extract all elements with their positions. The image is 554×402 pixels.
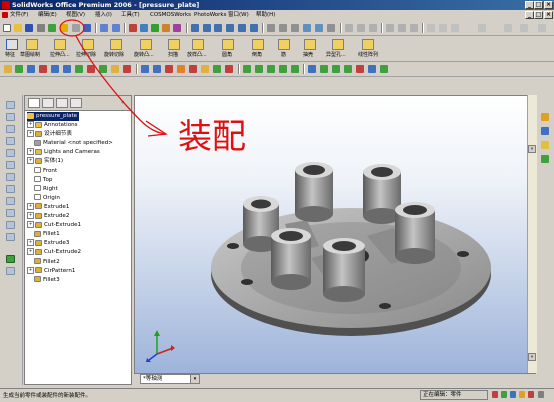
graphics-scrollbar[interactable]: » «	[527, 95, 537, 373]
handwritten-assembly-text: 装配	[178, 117, 246, 157]
solidworks-resources-icon[interactable]	[541, 113, 549, 121]
scroll-collapse-icon[interactable]: «	[528, 353, 536, 361]
status-indicator-icon	[519, 391, 525, 398]
status-indicator-icon	[501, 391, 507, 398]
task-pane	[537, 95, 554, 385]
status-indicator-icon	[510, 391, 516, 398]
graphics-bottom-bar: *等轴测 ▾	[134, 373, 536, 386]
status-indicator-icon	[528, 391, 534, 398]
status-indicator-icon	[492, 391, 498, 398]
red-circle-annotation	[59, 19, 85, 37]
design-library-icon[interactable]	[541, 127, 549, 135]
view-selector-value: *等轴测	[143, 376, 163, 382]
red-arrow-annotation	[75, 35, 168, 137]
view-selector[interactable]: *等轴测 ▾	[140, 374, 200, 384]
status-message: 生成当前零件或装配件的新装配件。	[3, 393, 92, 399]
status-bar: 生成当前零件或装配件的新装配件。 正在编辑：零件	[0, 388, 554, 402]
file-explorer-icon[interactable]	[541, 141, 549, 149]
scroll-right-pane-icon[interactable]: »	[528, 145, 536, 153]
chevron-down-icon[interactable]: ▾	[190, 375, 199, 383]
handwritten-annotation-overlay: 装配	[59, 19, 246, 157]
help-icon[interactable]	[538, 391, 544, 398]
search-icon[interactable]	[541, 155, 549, 163]
status-mode: 正在编辑：零件	[420, 390, 488, 400]
status-mode-text: 正在编辑：零件	[423, 392, 462, 398]
